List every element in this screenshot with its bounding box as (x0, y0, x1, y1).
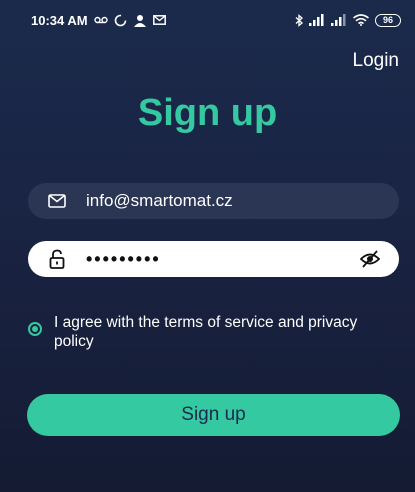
status-left: 10:34 AM (31, 13, 166, 28)
page-title: Sign up (137, 92, 278, 134)
status-time: 10:34 AM (31, 12, 88, 28)
sync-icon (114, 14, 127, 27)
status-right: 96 (295, 13, 401, 27)
bluetooth-icon (295, 13, 303, 27)
mail-icon (46, 190, 68, 212)
email-field[interactable]: info@smartomat.cz (28, 183, 399, 219)
battery-level: 96 (382, 15, 393, 25)
voicemail-icon (93, 15, 108, 25)
sign-up-button[interactable]: Sign up (27, 394, 400, 436)
wifi-icon (353, 14, 369, 26)
signal-icon (309, 14, 325, 26)
terms-label: I agree with the terms of service and pr… (54, 314, 358, 350)
eye-off-icon[interactable] (359, 248, 381, 270)
email-value: info@smartomat.cz (86, 191, 233, 210)
terms-row[interactable]: I agree with the terms of service and pr… (28, 313, 398, 351)
user-alert-icon (133, 14, 147, 27)
battery-icon: 96 (375, 13, 401, 27)
password-value: ••••••••• (86, 248, 161, 269)
password-field[interactable]: ••••••••• (28, 241, 399, 277)
signal-icon (331, 14, 347, 26)
terms-radio[interactable] (28, 322, 42, 336)
unlock-icon (46, 248, 68, 270)
mail-icon (152, 15, 166, 25)
login-link[interactable]: Login (353, 50, 400, 72)
radio-dot (32, 326, 38, 332)
status-bar: 10:34 AM 96 (0, 0, 415, 40)
